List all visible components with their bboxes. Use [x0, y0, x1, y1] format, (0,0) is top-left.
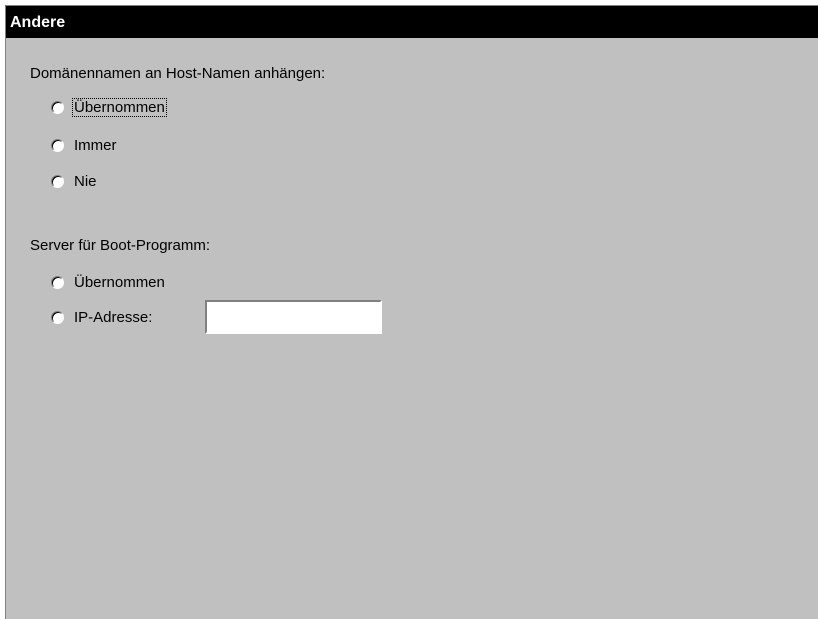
- radio-button-icon[interactable]: [51, 275, 64, 289]
- radio-button-icon[interactable]: [51, 138, 64, 152]
- settings-panel: Andere Domänennamen an Host-Namen anhäng…: [5, 5, 818, 619]
- radio-domain-never[interactable]: Nie: [51, 170, 98, 192]
- radio-boot-ip-address[interactable]: IP-Adresse:: [51, 306, 153, 328]
- radio-domain-always-label: Immer: [74, 136, 117, 154]
- radio-boot-inherited[interactable]: Übernommen: [51, 271, 166, 293]
- radio-button-icon[interactable]: [51, 310, 64, 324]
- radio-boot-ip-address-label: IP-Adresse:: [74, 308, 153, 326]
- panel-title: Andere: [6, 5, 818, 38]
- radio-button-icon[interactable]: [51, 100, 64, 114]
- domain-group-label: Domänennamen an Host-Namen anhängen:: [30, 65, 326, 82]
- radio-domain-inherited-label: Übernommen: [72, 97, 167, 117]
- radio-boot-inherited-label: Übernommen: [74, 273, 165, 291]
- boot-group-label: Server für Boot-Programm:: [30, 237, 211, 254]
- radio-domain-never-label: Nie: [74, 172, 97, 190]
- radio-button-icon[interactable]: [51, 174, 64, 188]
- radio-domain-inherited[interactable]: Übernommen: [51, 96, 167, 118]
- ip-address-input[interactable]: [205, 300, 382, 334]
- radio-domain-always[interactable]: Immer: [51, 134, 118, 156]
